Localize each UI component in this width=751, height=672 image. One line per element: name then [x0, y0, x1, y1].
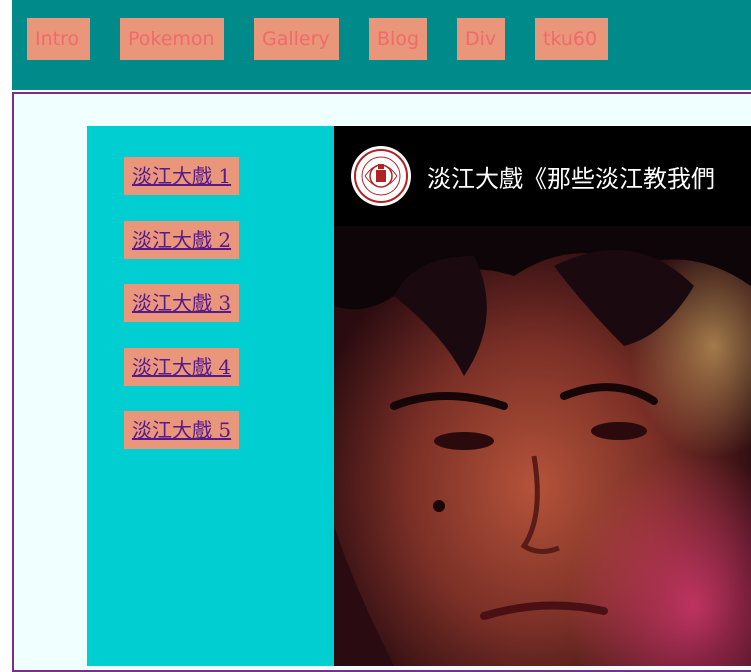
sidebar-link-2[interactable]: 淡江大戲 2 [124, 221, 240, 259]
sidebar-link-3[interactable]: 淡江大戲 3 [124, 284, 240, 322]
nav-item-gallery[interactable]: Gallery [254, 18, 339, 60]
sidebar-link-1[interactable]: 淡江大戲 1 [124, 157, 240, 195]
nav-item-pokemon[interactable]: Pokemon [120, 18, 224, 60]
video-player[interactable]: 淡江大戲《那些淡江教我們 [334, 126, 751, 666]
sidebar: 淡江大戲 1 淡江大戲 2 淡江大戲 3 淡江大戲 4 淡江大戲 5 [87, 126, 334, 666]
nav-item-blog[interactable]: Blog [369, 18, 427, 60]
video-title[interactable]: 淡江大戲《那些淡江教我們 [427, 159, 715, 194]
nav-item-tku60[interactable]: tku60 [535, 18, 608, 60]
video-thumbnail[interactable] [334, 226, 751, 666]
sidebar-link-5[interactable]: 淡江大戲 5 [124, 411, 240, 449]
nav-item-div[interactable]: Div [457, 18, 505, 60]
channel-logo[interactable] [351, 146, 411, 206]
nav-item-intro[interactable]: Intro [27, 18, 90, 60]
thumbnail-image [334, 226, 751, 666]
video-header: 淡江大戲《那些淡江教我們 [334, 126, 751, 226]
university-seal-icon [353, 148, 409, 204]
top-navigation-bar: Intro Pokemon Gallery Blog Div tku60 [12, 0, 751, 90]
sidebar-link-4[interactable]: 淡江大戲 4 [124, 348, 240, 386]
